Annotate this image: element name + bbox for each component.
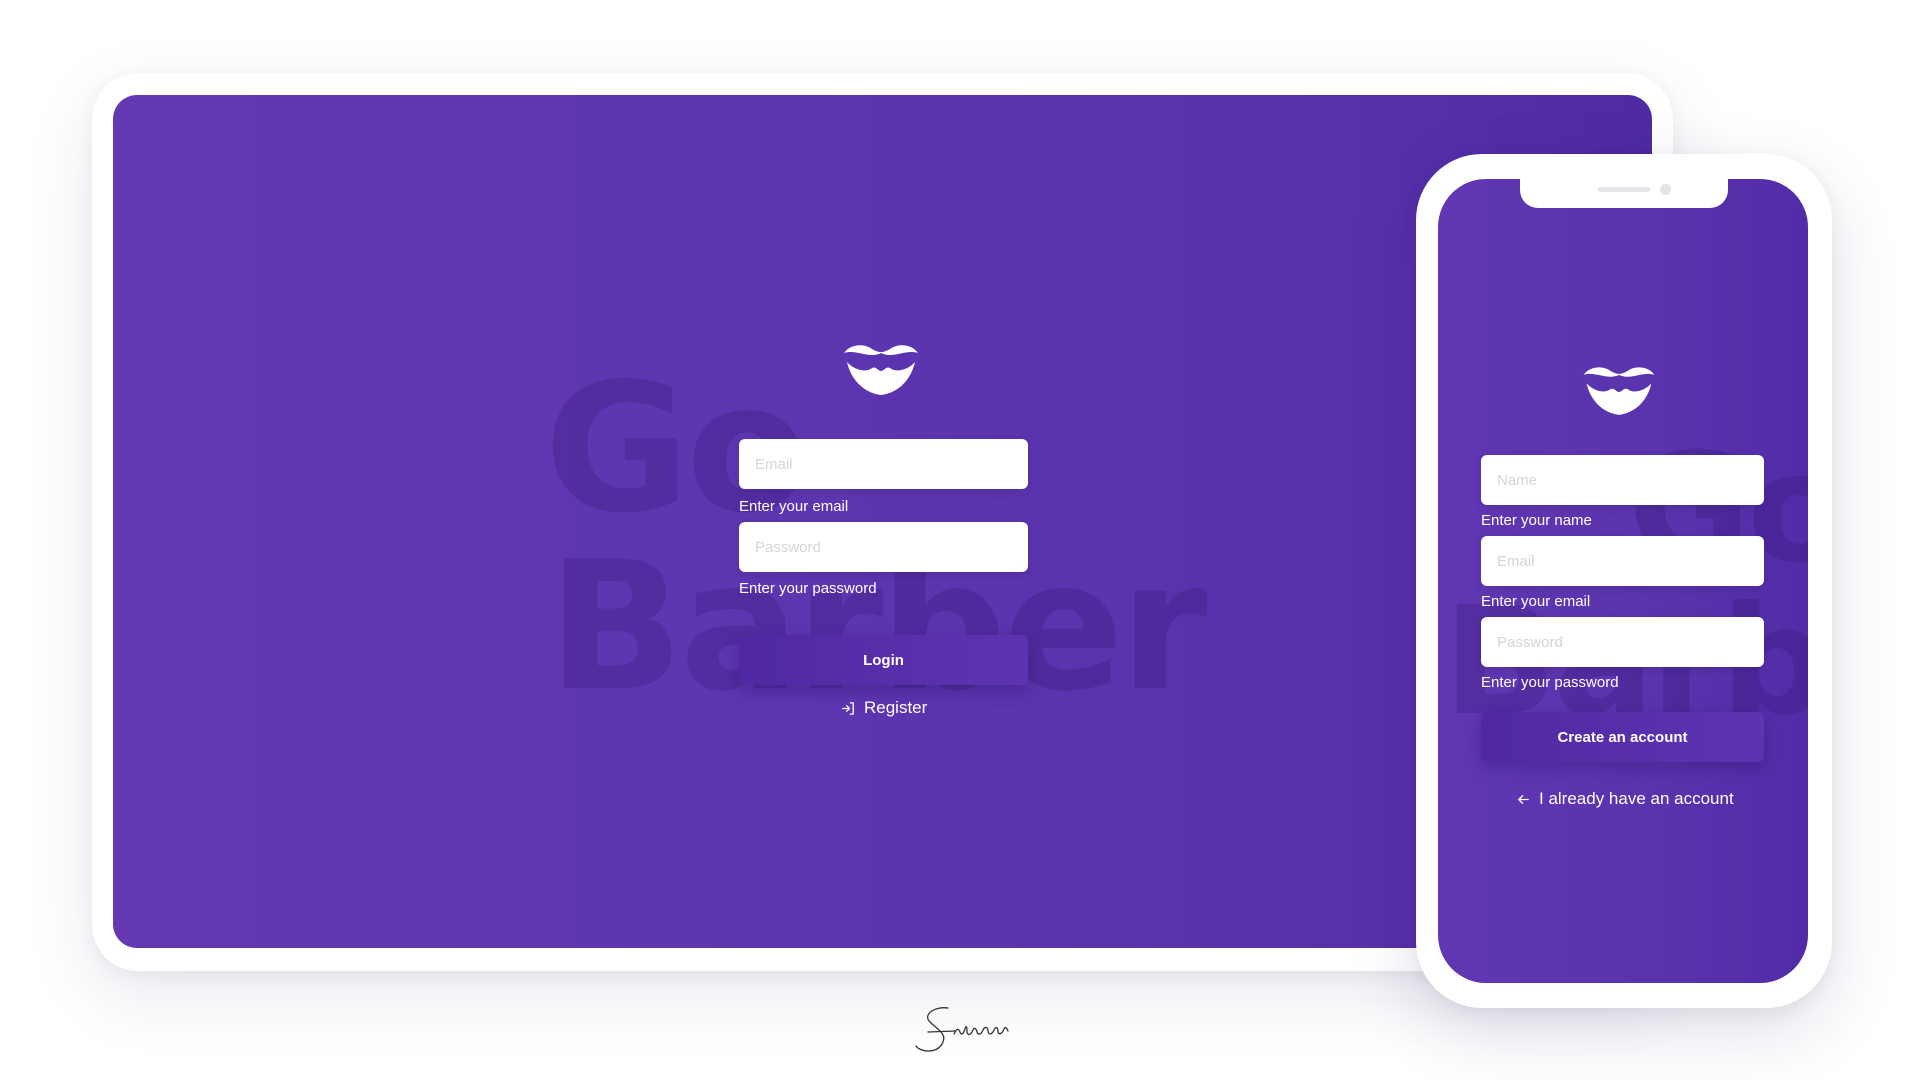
phone-camera (1660, 184, 1671, 195)
name-input[interactable] (1481, 455, 1764, 505)
name-hint: Enter your name (1481, 512, 1592, 529)
create-account-button[interactable]: Create an account (1481, 712, 1764, 762)
phone-notch (1520, 179, 1728, 208)
email-hint: Enter your email (1481, 593, 1591, 610)
mustache-logo-icon (844, 345, 918, 395)
phone-screen: Go Barber Enter your name Enter your ema… (1438, 179, 1808, 983)
phone-speaker (1598, 187, 1650, 192)
register-link[interactable]: Register (841, 698, 927, 718)
password-hint: Enter your password (739, 580, 877, 597)
log-in-icon (842, 701, 854, 715)
email-input[interactable] (739, 439, 1028, 489)
mustache-logo-icon (1583, 367, 1655, 415)
password-input[interactable] (1481, 617, 1764, 667)
email-hint: Enter your email (739, 498, 849, 515)
arrow-left-icon (1518, 794, 1529, 804)
password-input[interactable] (739, 522, 1028, 572)
email-input[interactable] (1481, 536, 1764, 586)
already-have-account-link[interactable]: I already have an account (1516, 789, 1734, 809)
login-button[interactable]: Login (739, 635, 1028, 685)
signature-icon (915, 1007, 1009, 1052)
register-link-label: Register (864, 698, 928, 717)
already-have-account-label: I already have an account (1539, 789, 1734, 808)
password-hint: Enter your password (1481, 674, 1619, 691)
